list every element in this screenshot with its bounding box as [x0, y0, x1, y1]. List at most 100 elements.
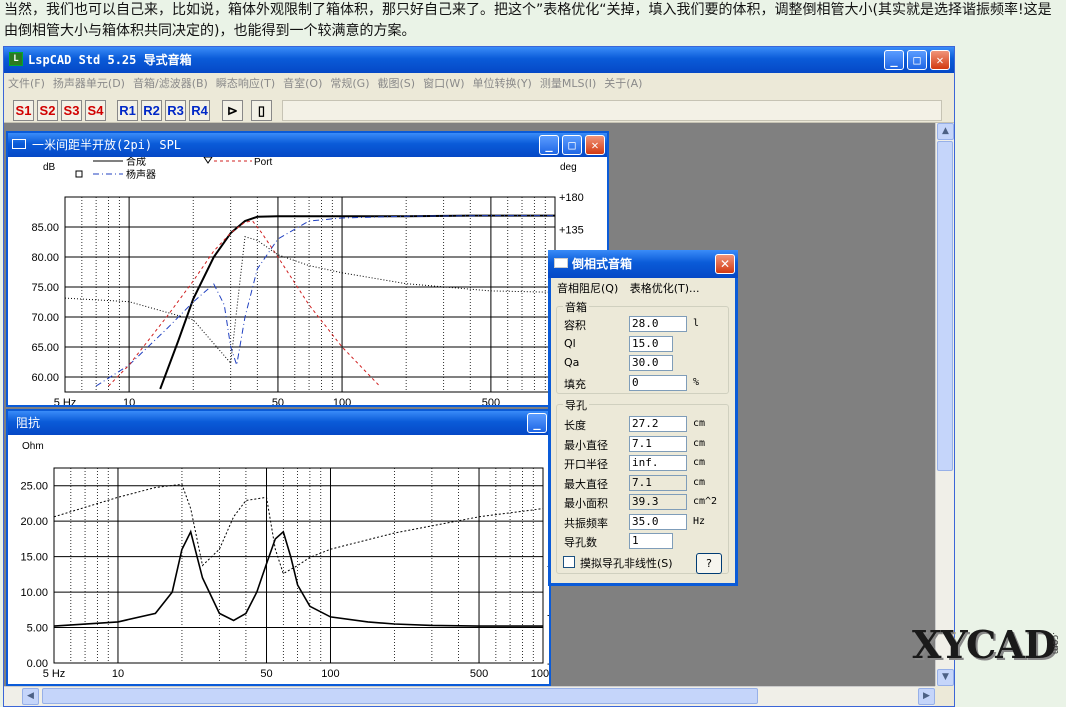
y2-tick-label: -60: [547, 609, 551, 621]
dialog-title-bar[interactable]: 倒相式音箱 ✕: [548, 250, 738, 278]
menu-item-0[interactable]: 文件(F): [4, 77, 49, 90]
field-unit: Hz: [693, 515, 706, 527]
chart-window-icon: [12, 139, 26, 149]
field-input[interactable]: 39.3: [629, 494, 687, 510]
toolbar-button-s2[interactable]: S2: [37, 100, 58, 121]
field-unit: cm: [693, 437, 706, 449]
toolbar-button-r1[interactable]: R1: [117, 100, 138, 121]
series-line-1: [53, 483, 544, 575]
filter-icon-button[interactable]: ⊳: [222, 100, 243, 121]
port-nonlinear-checkbox[interactable]: [563, 556, 575, 568]
lspcad-window: L LspCAD Std 5.25 导式音箱 _ □ ✕ 文件(F) 扬声器单元(…: [3, 46, 955, 707]
app-title: LspCAD Std 5.25 导式音箱: [28, 53, 192, 67]
toolbar-button-r4[interactable]: R4: [189, 100, 210, 121]
toolbar-button-s1[interactable]: S1: [13, 100, 34, 121]
field-label: Ql: [564, 336, 576, 350]
menu-item-3[interactable]: 瞬态响应(T): [212, 77, 279, 90]
x-tick-label: 5 Hz: [54, 397, 77, 405]
x-tick-label: 50: [272, 397, 284, 405]
y-tick-label: 20.00: [20, 516, 48, 528]
field-input[interactable]: 15.0: [629, 335, 673, 352]
help-button[interactable]: ?: [696, 553, 722, 574]
scroll-right-arrow[interactable]: ▶: [918, 688, 935, 705]
speaker-icon-button[interactable]: ▯: [251, 100, 272, 121]
y-tick-label: 15.00: [20, 552, 48, 564]
field-input[interactable]: 7.1: [629, 435, 687, 452]
menu-table-optimize[interactable]: 表格优化(T)...: [630, 282, 700, 295]
scroll-down-arrow[interactable]: ▼: [937, 669, 954, 686]
series-line-0: [53, 529, 543, 627]
toolbar-button-r2[interactable]: R2: [141, 100, 162, 121]
app-title-bar[interactable]: L LspCAD Std 5.25 导式音箱 _ □ ✕: [4, 47, 954, 73]
field-input[interactable]: 35.0: [629, 513, 687, 530]
x-tick-label: 100: [333, 397, 351, 405]
vertical-scroll-thumb[interactable]: [937, 141, 953, 471]
dialog-title: 倒相式音箱: [572, 257, 633, 271]
menu-item-5[interactable]: 常规(G): [326, 77, 373, 90]
box-group-title: 音箱: [563, 299, 589, 315]
legend-label-woofer: 杨声器: [126, 168, 156, 181]
dialog-close-button[interactable]: ✕: [715, 254, 735, 274]
field-input[interactable]: inf.: [629, 455, 687, 471]
menu-item-10[interactable]: 关于(A): [600, 77, 646, 90]
horizontal-scrollbar[interactable]: ◀ ▶: [4, 686, 935, 706]
menu-item-4[interactable]: 音室(O): [279, 77, 326, 90]
field-input[interactable]: 0: [629, 374, 687, 391]
y2-tick-label: +180: [559, 192, 584, 204]
xycad-watermark-suffix: .com: [1050, 632, 1060, 655]
menu-item-9[interactable]: 测量MLS(I): [536, 77, 600, 90]
field-unit: %: [693, 376, 700, 388]
minimize-button[interactable]: _: [884, 50, 904, 70]
toolbar: S1 S2 S3 S4 R1 R2 R3 R4 ⊳ ▯: [4, 97, 954, 123]
impedance-minimize-button[interactable]: _: [527, 413, 547, 433]
field-unit: cm: [693, 418, 706, 429]
x-tick-label: 100: [321, 668, 339, 680]
field-input[interactable]: 1: [629, 533, 673, 549]
maximize-button[interactable]: □: [907, 50, 927, 70]
field-unit: cm: [693, 476, 706, 488]
spl-minimize-button[interactable]: _: [539, 135, 559, 155]
horizontal-scroll-thumb[interactable]: [42, 688, 758, 704]
field-input[interactable]: 28.0: [629, 316, 687, 332]
y2-axis-label: deg: [560, 162, 577, 173]
spl-close-button[interactable]: ✕: [585, 135, 605, 155]
menu-item-2[interactable]: 音箱/滤波器(B): [129, 77, 212, 90]
field-input[interactable]: 30.0: [629, 355, 673, 371]
menu-item-7[interactable]: 窗口(W): [419, 77, 468, 90]
toolbar-blank-field: [282, 100, 942, 121]
spl-window-title-bar[interactable]: 一米间距半开放(2pi) SPL _ □ ✕: [8, 133, 607, 157]
impedance-window-title-bar[interactable]: 阻抗 _: [8, 411, 549, 435]
vertical-scrollbar[interactable]: ▲ ▼: [935, 123, 954, 686]
field-label: 导孔数: [564, 536, 597, 549]
field-label: 共振频率: [564, 516, 608, 530]
x-tick-label: 10: [112, 668, 124, 680]
field-label: 最小面积: [564, 497, 608, 510]
legend-marker-port: [203, 157, 213, 164]
scroll-up-arrow[interactable]: ▲: [937, 123, 954, 140]
y2-tick-label: -90: [547, 658, 551, 670]
menu-item-1[interactable]: 扬声器单元(D): [49, 77, 129, 90]
y-axis-label: dB: [43, 162, 56, 173]
scroll-left-arrow[interactable]: ◀: [22, 688, 39, 705]
y-tick-label: 85.00: [31, 222, 59, 234]
field-input[interactable]: 7.1: [629, 474, 687, 491]
toolbar-button-s3[interactable]: S3: [61, 100, 82, 121]
impedance-chart: 0.005.0010.0015.0020.0025.005 Hz 10 50 100 5…: [20, 441, 551, 680]
x-tick-label: 50: [260, 668, 272, 680]
field-input[interactable]: 27.2: [629, 416, 687, 432]
menu-item-6[interactable]: 截图(S): [374, 77, 420, 90]
app-icon: L: [9, 52, 23, 66]
impedance-window-title: 阻抗: [16, 416, 41, 430]
toolbar-button-s4[interactable]: S4: [85, 100, 106, 121]
menu-item-8[interactable]: 单位转换(Y): [469, 77, 536, 90]
y-tick-label: 10.00: [20, 587, 48, 599]
field-label: 最小直径: [564, 438, 608, 452]
y-tick-label: 5.00: [27, 623, 48, 635]
legend-marker-woofer: [75, 170, 83, 178]
x-tick-label: 500: [470, 668, 488, 680]
close-button[interactable]: ✕: [930, 50, 950, 70]
y-tick-label: 65.00: [31, 342, 59, 354]
toolbar-button-r3[interactable]: R3: [165, 100, 186, 121]
spl-maximize-button[interactable]: □: [562, 135, 582, 155]
menu-damping[interactable]: 音相阻尼(Q): [557, 282, 618, 295]
